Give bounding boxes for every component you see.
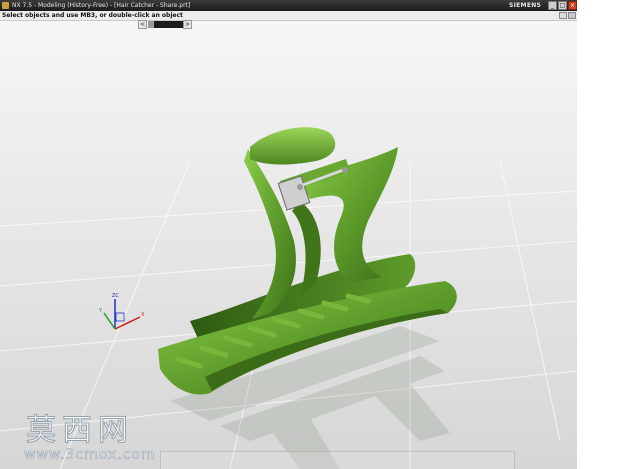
minimize-button[interactable]: _ [548,1,557,10]
cue-line-bar: Select objects and use MB3, or double-cl… [0,11,577,21]
restore-pane-button[interactable] [559,12,567,19]
roll-scroller[interactable]: < > [138,20,192,29]
scroll-left-arrow[interactable]: < [138,20,147,29]
cue-line-text: Select objects and use MB3, or double-cl… [2,12,183,19]
model-scene: ZC X Y [0,21,577,469]
scroll-right-arrow[interactable]: > [183,20,192,29]
close-pane-button[interactable] [568,12,576,19]
window-titlebar: NX 7.5 - Modeling (History-Free) - [Hair… [0,0,577,11]
scroll-thumb[interactable] [148,21,154,28]
view-toolbar-strip[interactable] [160,451,515,469]
close-button[interactable]: x [568,1,577,10]
outside-window-area [577,0,639,469]
siemens-logo: SIEMENS [509,2,542,9]
maximize-button[interactable]: □ [558,1,567,10]
nx-app-icon [2,2,9,9]
triad-x-label: X [141,312,145,318]
graphics-viewport[interactable]: ZC X Y [0,21,577,469]
window-title: NX 7.5 - Modeling (History-Free) - [Hair… [12,2,191,9]
triad-z-label: ZC [112,293,119,299]
